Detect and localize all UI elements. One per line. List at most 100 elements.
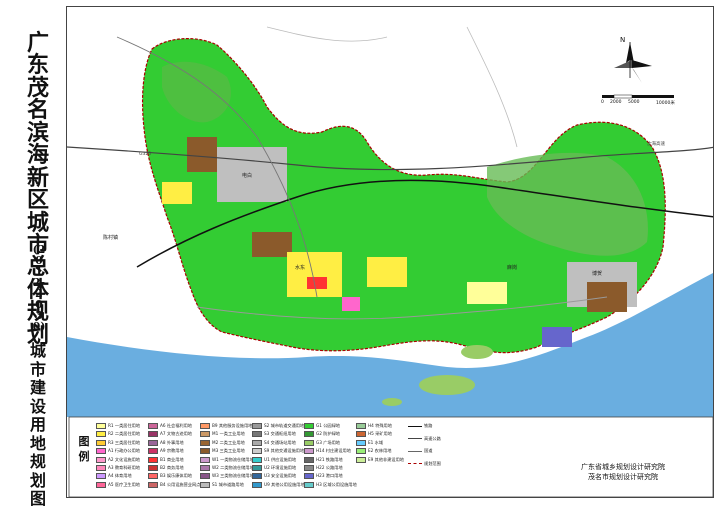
- legend-swatch: [148, 431, 158, 438]
- legend-item: S1 城市道路用地: [200, 481, 244, 489]
- legend-swatch: [96, 481, 106, 488]
- legend-item: U3 安全设施用地: [252, 472, 296, 480]
- legend-swatch: [304, 439, 314, 446]
- place-label-3: 博贺: [592, 270, 602, 277]
- legend-label: B1 商业用地: [160, 456, 184, 462]
- scale-tick-0: 0: [601, 100, 604, 105]
- legend-line-swatch: [408, 450, 422, 452]
- legend-line-item: 国道: [408, 447, 432, 455]
- island-2: [461, 345, 493, 359]
- legend-label: S3 交通枢纽用地: [264, 431, 296, 437]
- scale-tick-1: 2000: [610, 100, 622, 105]
- place-label-1: 电白: [242, 172, 252, 179]
- legend-title: 图例: [78, 435, 90, 464]
- legend-label: A2 文化设施用地: [108, 456, 140, 462]
- legend-item: H21 铁路用地: [304, 456, 343, 464]
- legend: 图例 R1 一类居住用地 R2 二类居住用地 R3 三类居住用地 A1 行政办公用地 A…: [70, 418, 710, 498]
- legend-label: E1 水域: [368, 439, 384, 445]
- legend-swatch: [96, 448, 106, 455]
- legend-swatch: [200, 473, 210, 480]
- legend-swatch: [200, 439, 210, 446]
- legend-item: R2 二类居住用地: [96, 430, 140, 438]
- legend-label: S4 交通场站用地: [264, 439, 296, 445]
- legend-label: U1 供应设施用地: [264, 456, 297, 462]
- legend-item: A8 外事用地: [148, 439, 184, 447]
- legend-swatch: [356, 456, 366, 463]
- legend-label: G1 公园绿地: [316, 423, 340, 428]
- legend-swatch: [252, 465, 262, 471]
- legend-swatch: [200, 465, 210, 471]
- legend-label: E2 农林用地: [368, 448, 392, 454]
- legend-swatch: [200, 431, 210, 438]
- legend-line-item: 铁路: [408, 422, 432, 430]
- plan-years: (2012-2030): [32, 243, 46, 333]
- legend-label: G2 防护绿地: [316, 431, 340, 437]
- legend-swatch: [252, 439, 262, 446]
- legend-label: W3 三类物流仓储用地: [212, 473, 254, 479]
- legend-swatch: [304, 456, 314, 463]
- legend-swatch: [148, 473, 158, 480]
- industrial-zone-2: [252, 232, 292, 257]
- legend-swatch: [252, 473, 262, 480]
- legend-swatch: [356, 431, 366, 438]
- legend-label: M3 三类工业用地: [212, 448, 245, 454]
- legend-item: M3 三类工业用地: [200, 447, 245, 455]
- legend-item: W3 三类物流仓储用地: [200, 472, 254, 480]
- legend-swatch: [200, 481, 210, 488]
- legend-line-item: 高速公路: [408, 435, 441, 443]
- legend-item: A3 教育科研用地: [96, 464, 140, 472]
- legend-swatch: [356, 448, 366, 455]
- scale-tick-2: 5000: [628, 100, 640, 105]
- legend-label: A3 教育科研用地: [108, 465, 140, 470]
- legend-swatch: [304, 465, 314, 471]
- legend-item: H23 港口用地: [304, 472, 343, 480]
- legend-line-swatch: [408, 463, 422, 465]
- legend-item: A1 行政办公用地: [96, 447, 140, 455]
- legend-swatch: [200, 448, 210, 455]
- legend-label: U2 环境设施用地: [264, 465, 297, 470]
- island-3: [382, 398, 402, 406]
- legend-item: H14 村庄建设用地: [304, 447, 351, 455]
- legend-swatch: [148, 456, 158, 463]
- legend-swatch: [252, 423, 262, 429]
- title-band: 广东茂名滨海新区城市总体规划 (2012-2030) 城市建设用地规划图: [8, 6, 66, 508]
- legend-label: B9 其他服务设施用地: [212, 423, 253, 428]
- map-subtitle: 城市建设用地规划图: [29, 341, 46, 509]
- legend-swatch: [96, 431, 106, 438]
- legend-label: M2 二类工业用地: [212, 439, 245, 445]
- legend-label: W1 一类物流仓储用地: [212, 456, 254, 462]
- legend-line-swatch: [408, 425, 422, 427]
- legend-swatch: [96, 456, 106, 463]
- legend-label: R2 二类居住用地: [108, 431, 141, 437]
- legend-label: B3 娱乐康体用地: [160, 473, 192, 479]
- legend-swatch: [304, 423, 314, 429]
- legend-label: U9 其他公用设施用地: [264, 481, 305, 487]
- legend-line-label: 铁路: [424, 423, 433, 428]
- legend-swatch: [200, 456, 210, 463]
- legend-swatch: [304, 481, 314, 488]
- legend-item: A6 社会福利用地: [148, 422, 192, 430]
- legend-swatch: [356, 439, 366, 446]
- legend-item: U1 供应设施用地: [252, 456, 296, 464]
- legend-swatch: [96, 423, 106, 429]
- legend-item: G3 广场用地: [304, 439, 340, 447]
- legend-item: M2 二类工业用地: [200, 439, 245, 447]
- legend-label: H5 采矿用地: [368, 431, 392, 437]
- residential-zone-1: [287, 252, 342, 297]
- legend-line-label: 规划范围: [424, 460, 441, 466]
- legend-item: A5 医疗卫生用地: [96, 481, 140, 489]
- legend-item: E1 水域: [356, 439, 383, 447]
- legend-item: S3 交通枢纽用地: [252, 430, 296, 438]
- legend-item: U9 其他公用设施用地: [252, 481, 305, 489]
- legend-item: B2 商务用地: [148, 464, 184, 472]
- port-zone: [542, 327, 572, 347]
- legend-swatch: [356, 423, 366, 429]
- legend-label: A1 行政办公用地: [108, 448, 140, 454]
- legend-swatch: [148, 439, 158, 446]
- road-label-g325: G325: [139, 151, 151, 157]
- public-zone-1: [342, 297, 360, 311]
- legend-label: U3 安全设施用地: [264, 473, 297, 479]
- legend-item: R3 三类居住用地: [96, 439, 140, 447]
- legend-swatch: [252, 481, 262, 488]
- legend-swatch: [148, 481, 158, 488]
